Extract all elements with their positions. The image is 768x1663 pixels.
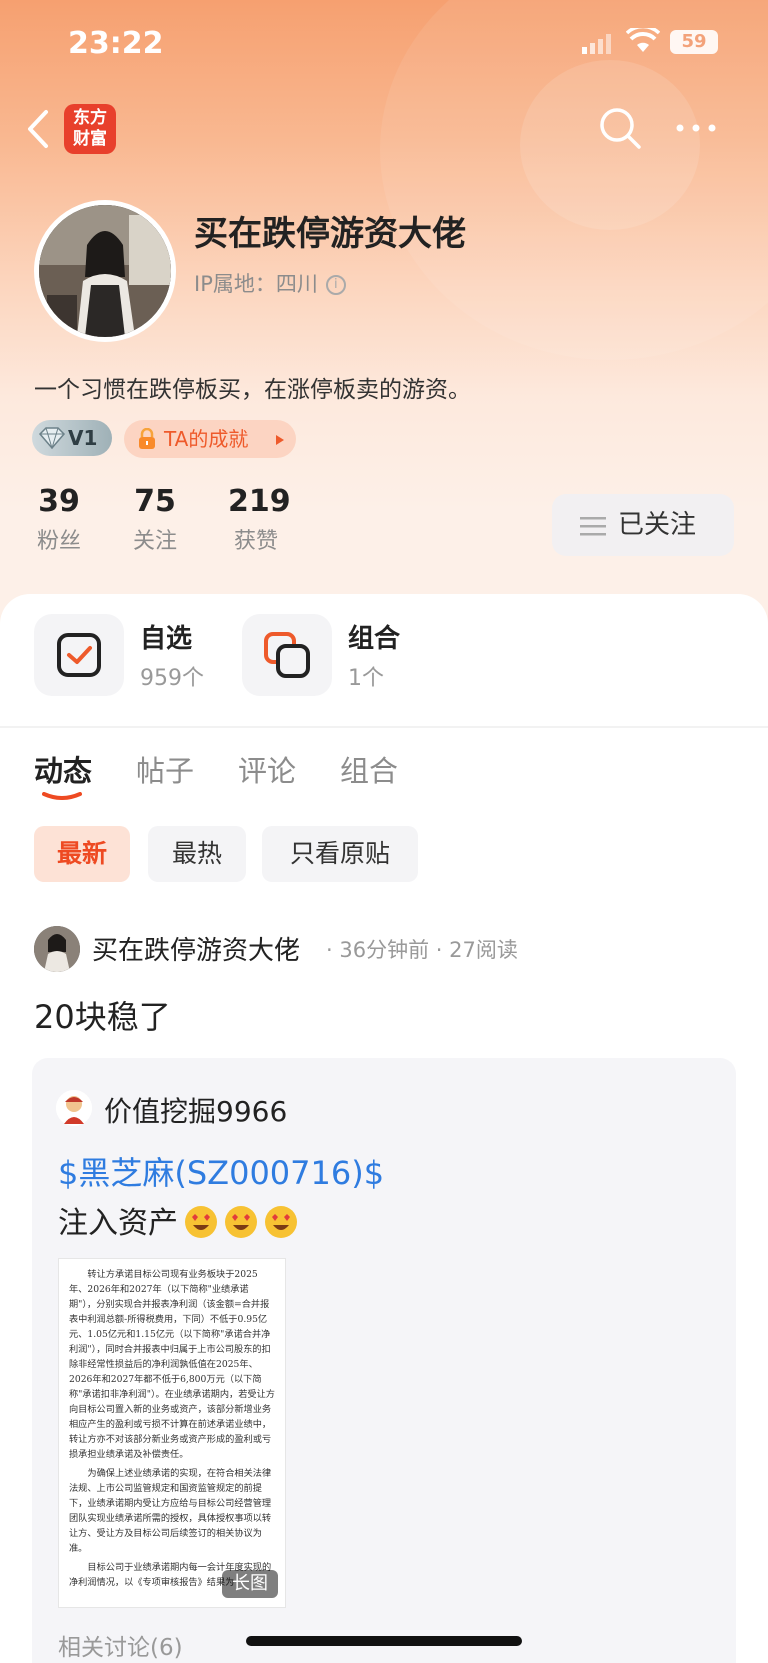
tab-comments[interactable]: 评论 (238, 748, 296, 790)
stat-label: 粉丝 (36, 529, 81, 554)
tab-activity[interactable]: 动态 (34, 748, 92, 790)
follow-button[interactable]: 已关注 (552, 494, 734, 556)
ip-location: IP属地：四川 i (194, 268, 346, 298)
quoted-text: 注入资产 (58, 1198, 298, 1242)
ip-location-text: IP属地：四川 (194, 272, 318, 296)
portfolio-icon (264, 632, 310, 678)
battery-icon: 59 (670, 30, 718, 54)
long-image-tag: 长图 (222, 1570, 278, 1598)
quoted-author-name[interactable]: 价值挖掘9966 (104, 1090, 287, 1130)
home-indicator[interactable] (246, 1636, 522, 1646)
status-time: 23:22 (68, 26, 164, 61)
document-paragraph: 转让方承诺目标公司现有业务板块于2025年、2026年和2027年（以下简称"业… (69, 1269, 275, 1460)
watchlist-title[interactable]: 自选 (140, 618, 192, 655)
filter-hot[interactable]: 最热 (148, 826, 246, 882)
achievement-badge[interactable]: TA的成就 (124, 420, 296, 458)
search-icon[interactable] (596, 104, 644, 152)
stat-value: 39 (38, 484, 80, 519)
portfolio-title[interactable]: 组合 (348, 618, 400, 655)
stat-label: 关注 (132, 529, 177, 554)
portfolio-count: 1个 (348, 666, 384, 691)
diamond-icon (38, 427, 66, 449)
watchlist-tile[interactable] (34, 614, 124, 696)
follow-button-label: 已关注 (618, 510, 697, 540)
post-meta: · 36分钟前 · 27阅读 (326, 938, 518, 962)
status-bar: 23:22 59 (0, 0, 768, 90)
avatar[interactable] (34, 200, 176, 342)
wifi-icon (626, 28, 660, 52)
related-discussions-link[interactable]: 相关讨论(6) (58, 1628, 183, 1662)
tab-active-indicator (42, 792, 82, 800)
caret-right-icon (276, 435, 284, 445)
document-paragraph: 为确保上述业绩承诺的实现，在符合相关法律法规、上市公司监管规定和国资监管规定的前… (69, 1468, 272, 1554)
signal-icon (582, 34, 611, 54)
info-icon[interactable]: i (325, 275, 346, 295)
level-badge-label: V1 (68, 426, 98, 450)
quoted-author-avatar[interactable] (56, 1090, 92, 1126)
app-logo: 东方 财富 (64, 104, 116, 154)
stat-likes[interactable]: 219 获赞 (228, 484, 291, 555)
watchlist-icon (57, 633, 101, 677)
menu-icon (580, 517, 606, 536)
tab-posts[interactable]: 帖子 (136, 748, 194, 790)
document-image[interactable]: 转让方承诺目标公司现有业务板块于2025年、2026年和2027年（以下简称"业… (58, 1258, 286, 1608)
stat-fans[interactable]: 39 粉丝 (34, 484, 84, 555)
more-icon[interactable] (674, 114, 718, 142)
heart-eyes-emoji-icon (185, 1206, 217, 1238)
tab-portfolios[interactable]: 组合 (340, 748, 398, 790)
post-author-avatar[interactable] (34, 926, 80, 972)
post-author-name[interactable]: 买在跌停游资大佬 (92, 930, 300, 967)
stat-value: 219 (228, 484, 291, 519)
stat-value: 75 (134, 484, 176, 519)
heart-eyes-emoji-icon (265, 1206, 297, 1238)
level-badge[interactable]: V1 (32, 420, 112, 456)
achievement-badge-label: TA的成就 (164, 427, 249, 451)
heart-eyes-emoji-icon (225, 1206, 257, 1238)
post-text[interactable]: 20块稳了 (34, 992, 171, 1038)
back-icon[interactable] (24, 106, 54, 152)
divider (0, 726, 768, 728)
profile-bio: 一个习惯在跌停板买，在涨停板卖的游资。 (34, 377, 471, 403)
stock-link[interactable]: $黑芝麻(SZ000716)$ (58, 1148, 384, 1194)
filter-original-only[interactable]: 只看原贴 (262, 826, 418, 882)
quoted-text-content: 注入资产 (58, 1206, 178, 1241)
stat-label: 获赞 (233, 529, 278, 554)
profile-username: 买在跌停游资大佬 (194, 214, 466, 254)
filter-latest[interactable]: 最新 (34, 826, 130, 882)
watchlist-count: 959个 (140, 666, 204, 691)
stat-following[interactable]: 75 关注 (130, 484, 180, 555)
portfolio-tile[interactable] (242, 614, 332, 696)
lock-icon (139, 428, 155, 449)
